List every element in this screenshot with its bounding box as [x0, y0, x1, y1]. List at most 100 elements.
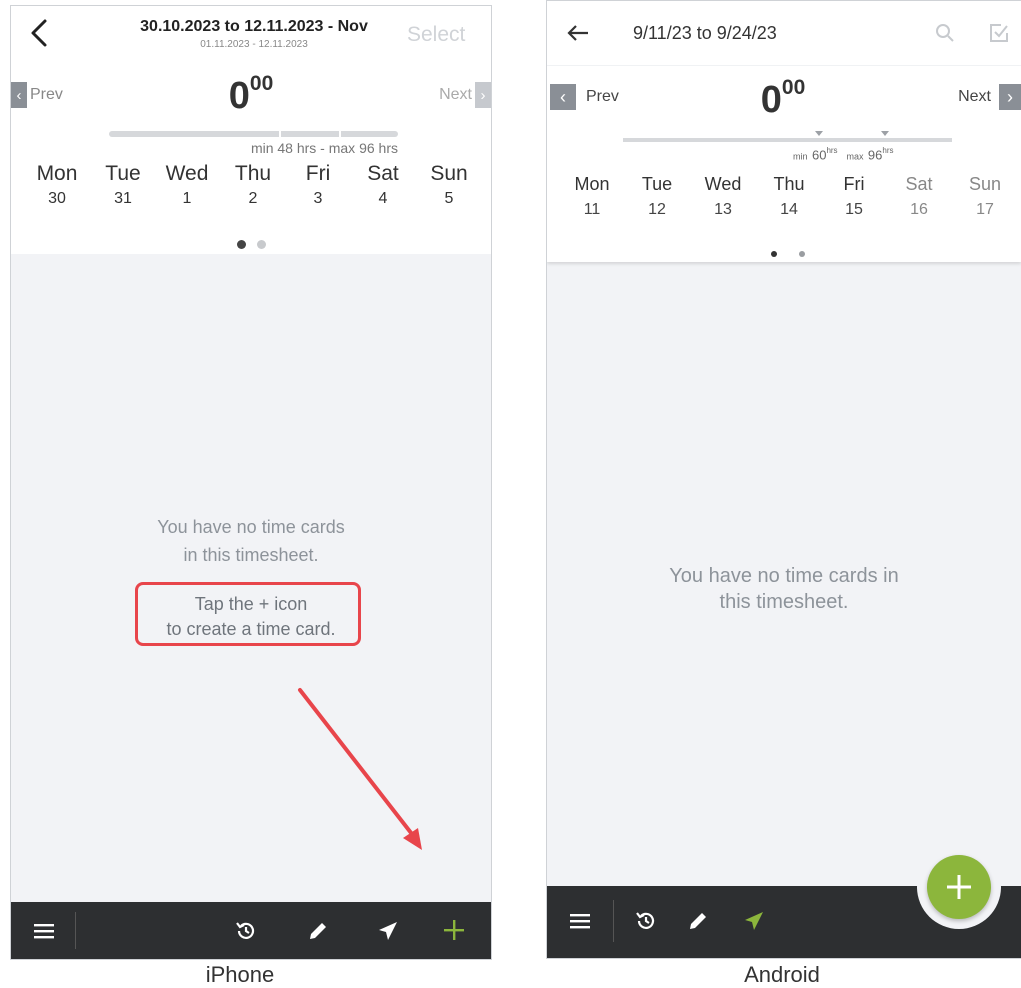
total-hours: 000	[733, 76, 833, 122]
send-icon	[379, 922, 397, 940]
edit-button[interactable]	[683, 906, 713, 936]
day-column[interactable]: Sun 5	[420, 162, 478, 208]
minutes-value: 00	[781, 76, 806, 99]
history-button[interactable]	[631, 906, 661, 936]
submit-button[interactable]	[373, 916, 403, 946]
day-date: 1	[182, 190, 192, 207]
prev-button[interactable]: ‹ Prev	[550, 84, 619, 110]
day-date: 31	[114, 190, 132, 207]
day-column[interactable]: Sun 17	[957, 174, 1013, 219]
hours-value: 0	[228, 75, 250, 117]
menu-button[interactable]	[29, 916, 59, 946]
day-date: 15	[845, 201, 863, 218]
empty-line-2: in this timesheet.	[183, 545, 319, 565]
minutes-value: 00	[249, 72, 274, 95]
hint-line-1: Tap the + icon	[194, 594, 308, 614]
day-name: Thu	[234, 162, 272, 185]
summary-panel: ‹ Prev Next › 000 min 48 hrs - max 96 hr…	[11, 62, 491, 254]
search-button[interactable]	[933, 21, 957, 45]
page-indicator-dot[interactable]	[799, 251, 805, 257]
min-prefix: min	[793, 151, 808, 162]
page-title: 30.10.2023 to 12.11.2023 - Nov	[140, 18, 368, 35]
bottom-toolbar	[11, 902, 491, 959]
day-name: Sun	[968, 174, 1002, 194]
submit-button[interactable]	[739, 906, 769, 936]
page-indicator-dot-active[interactable]	[771, 251, 777, 257]
day-column[interactable]: Wed 13	[695, 174, 751, 219]
plus-icon	[947, 875, 971, 899]
prev-label: Prev	[30, 86, 63, 103]
day-column[interactable]: Tue 31	[94, 162, 152, 208]
day-name: Mon	[36, 162, 78, 185]
chevron-left-icon	[31, 19, 47, 47]
page-indicator-dot-active[interactable]	[237, 240, 246, 249]
day-date: 17	[976, 201, 994, 218]
back-button[interactable]	[25, 18, 53, 48]
chevron-left-icon: ‹	[550, 84, 576, 110]
min-value: 60	[811, 147, 827, 163]
day-name: Mon	[574, 174, 610, 194]
next-button[interactable]: Next ›	[439, 82, 491, 108]
day-column[interactable]: Fri 3	[289, 162, 347, 208]
min-marker-caret	[815, 131, 823, 136]
select-button[interactable]	[987, 21, 1011, 45]
day-name: Wed	[165, 162, 209, 185]
total-hours: 000	[201, 72, 301, 118]
android-caption: Android	[744, 962, 820, 987]
day-date: 4	[378, 190, 388, 207]
day-column[interactable]: Tue 12	[629, 174, 685, 219]
hours-value: 0	[760, 79, 782, 121]
prev-label: Prev	[586, 88, 619, 105]
hint-line-2: to create a time card.	[166, 619, 336, 639]
arrow-left-icon	[567, 25, 588, 41]
day-column[interactable]: Fri 15	[826, 174, 882, 219]
toolbar-divider	[613, 900, 614, 942]
chevron-right-icon: ›	[999, 84, 1021, 110]
pencil-icon	[310, 923, 326, 939]
pencil-icon	[690, 913, 706, 929]
day-date: 14	[780, 201, 798, 218]
day-name: Sat	[367, 162, 399, 185]
day-column[interactable]: Sat 16	[891, 174, 947, 219]
android-screen: 9/11/23 to 9/24/23 ‹ Prev Next › 000 min…	[546, 0, 1021, 959]
menu-icon	[570, 914, 590, 929]
edit-button[interactable]	[303, 916, 333, 946]
history-button[interactable]	[231, 916, 261, 946]
next-button[interactable]: Next ›	[958, 84, 1021, 110]
back-button[interactable]	[565, 21, 591, 45]
annotation-arrow	[298, 688, 422, 850]
prev-button[interactable]: ‹ Prev	[11, 82, 63, 108]
select-button[interactable]: Select	[407, 23, 465, 47]
iphone-header: 30.10.2023 to 12.11.2023 - Nov 01.11.202…	[11, 6, 491, 62]
day-column[interactable]: Thu 14	[761, 174, 817, 219]
chevron-right-icon: ›	[475, 82, 491, 108]
check-box-icon	[990, 24, 1008, 42]
day-date: 2	[248, 190, 258, 207]
day-column[interactable]: Mon 30	[28, 162, 86, 208]
empty-state-message: You have no time cards in this timesheet…	[101, 513, 401, 569]
add-time-card-fab[interactable]	[927, 855, 991, 919]
day-column[interactable]: Sat 4	[354, 162, 412, 208]
day-name: Tue	[105, 162, 141, 185]
day-column[interactable]: Thu 2	[224, 162, 282, 208]
page-title: 9/11/23 to 9/24/23	[633, 23, 777, 43]
add-time-card-button[interactable]	[439, 915, 469, 945]
hint-message: Tap the + icon to create a time card.	[121, 592, 381, 642]
page-indicator-dot[interactable]	[257, 240, 266, 249]
day-date: 3	[313, 190, 323, 207]
min-marker	[279, 131, 281, 137]
history-icon	[636, 912, 655, 929]
empty-line-2: this timesheet.	[719, 591, 849, 613]
day-column[interactable]: Wed 1	[158, 162, 216, 208]
next-label: Next	[958, 88, 991, 105]
empty-line-1: You have no time cards in	[669, 565, 899, 587]
plus-icon	[444, 920, 464, 940]
day-date: 11	[583, 201, 601, 218]
day-name: Sat	[905, 174, 933, 194]
max-unit: hrs	[882, 146, 894, 155]
search-icon	[936, 24, 954, 42]
day-date: 30	[48, 190, 66, 207]
day-column[interactable]: Mon 11	[564, 174, 620, 219]
send-icon	[745, 912, 763, 930]
menu-button[interactable]	[565, 906, 595, 936]
